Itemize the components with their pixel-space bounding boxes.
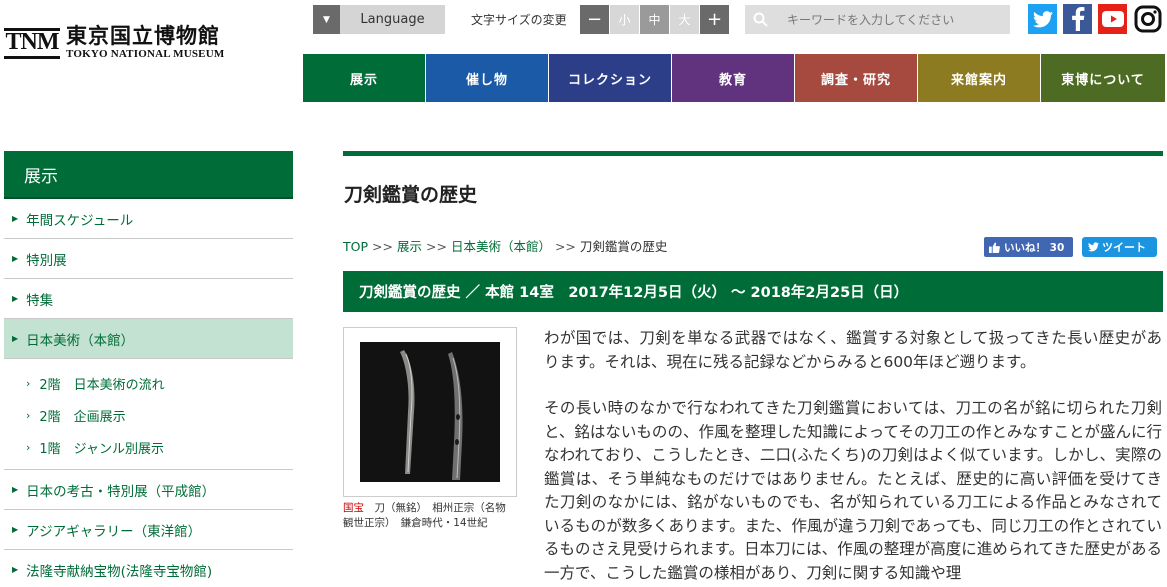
chevron-right-icon: › xyxy=(26,376,31,390)
twitter-icon[interactable] xyxy=(1028,4,1057,34)
global-nav: 展示 催し物 コレクション 教育 調査・研究 来館案内 東博について xyxy=(303,54,1165,102)
breadcrumb-separator: >> xyxy=(554,239,576,254)
site-logo[interactable]: TNM 東京国立博物館 TOKYO NATIONAL MUSEUM xyxy=(4,22,224,62)
breadcrumb-top[interactable]: TOP xyxy=(343,239,368,254)
sidebar-subitem-2f-highlights[interactable]: › 2階 日本美術の流れ xyxy=(4,367,293,399)
instagram-icon[interactable] xyxy=(1133,4,1162,34)
sidebar-subitem-2f-thematic[interactable]: › 2階 企画展示 xyxy=(4,399,293,431)
chevron-right-icon: › xyxy=(26,408,31,422)
triangle-right-icon: ▶ xyxy=(12,525,19,534)
facebook-like-button[interactable]: いいね！ 30 xyxy=(984,237,1073,257)
search-box xyxy=(745,5,1010,34)
sidebar-heading: 展示 xyxy=(4,151,293,199)
breadcrumb-japanese-art[interactable]: 日本美術（本館） xyxy=(451,239,551,254)
tnm-logo-mark: TNM xyxy=(4,22,62,62)
triangle-right-icon: ▶ xyxy=(12,565,19,574)
gnav-exhibitions[interactable]: 展示 xyxy=(303,54,425,102)
gnav-collection[interactable]: コレクション xyxy=(549,54,671,102)
triangle-right-icon: ▶ xyxy=(12,294,19,303)
national-treasure-label: 国宝 xyxy=(343,502,364,514)
search-icon[interactable] xyxy=(745,12,775,27)
triangle-right-icon: ▶ xyxy=(12,254,19,263)
triangle-right-icon: ▶ xyxy=(12,485,19,494)
gnav-education[interactable]: 教育 xyxy=(672,54,794,102)
font-size-small-button[interactable]: 小 xyxy=(610,5,639,34)
language-label: Language xyxy=(360,12,425,27)
breadcrumb-exhibitions[interactable]: 展示 xyxy=(397,239,422,254)
thumbs-up-icon xyxy=(989,241,1000,253)
sidebar-item-archaeology[interactable]: ▶ 日本の考古・特別展（平成館） xyxy=(4,470,293,510)
breadcrumb-separator: >> xyxy=(372,239,393,254)
gnav-visit[interactable]: 来館案内 xyxy=(918,54,1040,102)
exhibition-info-bar: 刀剣鑑賞の歴史 ／ 本館 14室 2017年12月5日（火） 〜 2018年2月… xyxy=(343,271,1163,312)
sidebar-item-special[interactable]: ▶ 特別展 xyxy=(4,239,293,279)
language-selector[interactable]: ▼ Language xyxy=(313,5,445,34)
youtube-icon[interactable] xyxy=(1098,4,1127,34)
sidebar-item-horyuji[interactable]: ▶ 法隆寺献納宝物(法隆寺宝物館) xyxy=(4,550,293,587)
gnav-events[interactable]: 催し物 xyxy=(426,54,548,102)
gnav-research[interactable]: 調査・研究 xyxy=(795,54,917,102)
article-paragraph: その長い時のなかで行なわれてきた刀剣鑑賞においては、刀工の名が銘に切られた刀剣と… xyxy=(544,399,1162,582)
artwork-figure: 国宝 刀（無銘） 相州正宗（名物 観世正宗） 鎌倉時代・14世紀 xyxy=(343,327,517,531)
sidebar-submenu: › 2階 日本美術の流れ › 2階 企画展示 › 1階 ジャンル別展示 xyxy=(4,359,293,470)
triangle-right-icon: ▶ xyxy=(12,334,19,343)
facebook-icon[interactable] xyxy=(1063,4,1092,34)
twitter-bird-icon xyxy=(1088,242,1099,252)
sidebar: 展示 ▶ 年間スケジュール ▶ 特別展 ▶ 特集 ▶ 日本美術（本館） › 2階… xyxy=(4,151,293,587)
caret-down-icon: ▼ xyxy=(313,5,340,34)
artwork-caption-text: 刀（無銘） 相州正宗（名物 観世正宗） 鎌倉時代・14世紀 xyxy=(343,502,517,529)
article-body: わが国では、刀剣を単なる武器ではなく、鑑賞する対象として扱ってきた長い歴史があり… xyxy=(544,327,1162,587)
tweet-button[interactable]: ツイート xyxy=(1082,237,1157,257)
font-size-medium-button[interactable]: 中 xyxy=(640,5,669,34)
triangle-right-icon: ▶ xyxy=(12,214,19,223)
breadcrumb-separator: >> xyxy=(425,239,447,254)
breadcrumb: TOP >> 展示 >> 日本美術（本館） >> 刀剣鑑賞の歴史 xyxy=(343,236,667,255)
sidebar-item-asian-gallery[interactable]: ▶ アジアギャラリー（東洋館） xyxy=(4,510,293,550)
page-title: 刀剣鑑賞の歴史 xyxy=(344,184,478,206)
tweet-label: ツイート xyxy=(1102,241,1146,254)
breadcrumb-current: 刀剣鑑賞の歴史 xyxy=(579,239,668,254)
like-label: いいね！ 30 xyxy=(1004,241,1065,254)
gnav-about[interactable]: 東博について xyxy=(1041,54,1165,102)
font-size-decrease-button[interactable]: − xyxy=(580,5,609,34)
title-rule xyxy=(343,151,1163,156)
sidebar-subitem-1f-genre[interactable]: › 1階 ジャンル別展示 xyxy=(4,431,293,463)
sidebar-item-feature[interactable]: ▶ 特集 xyxy=(4,279,293,319)
search-input[interactable] xyxy=(775,12,995,27)
logo-english-name: TOKYO NATIONAL MUSEUM xyxy=(66,48,225,60)
sword-image xyxy=(360,342,500,482)
font-size-label: 文字サイズの変更 xyxy=(471,13,567,27)
article-paragraph: わが国では、刀剣を単なる武器ではなく、鑑賞する対象として扱ってきた長い歴史があり… xyxy=(544,329,1162,371)
sidebar-item-schedule[interactable]: ▶ 年間スケジュール xyxy=(4,199,293,239)
main-content: 刀剣鑑賞の歴史 TOP >> 展示 >> 日本美術（本館） >> 刀剣鑑賞の歴史 いいね！ … xyxy=(343,151,1163,582)
chevron-right-icon: › xyxy=(26,440,31,454)
sidebar-item-japanese-art[interactable]: ▶ 日本美術（本館） xyxy=(4,319,293,359)
logo-japanese-name: 東京国立博物館 xyxy=(66,23,220,48)
logo-mark-text: TNM xyxy=(5,29,60,55)
font-size-increase-button[interactable]: + xyxy=(700,5,729,34)
artwork-image-frame[interactable] xyxy=(343,327,517,497)
artwork-caption: 国宝 刀（無銘） 相州正宗（名物 観世正宗） 鎌倉時代・14世紀 xyxy=(343,501,517,531)
font-size-large-button[interactable]: 大 xyxy=(670,5,699,34)
